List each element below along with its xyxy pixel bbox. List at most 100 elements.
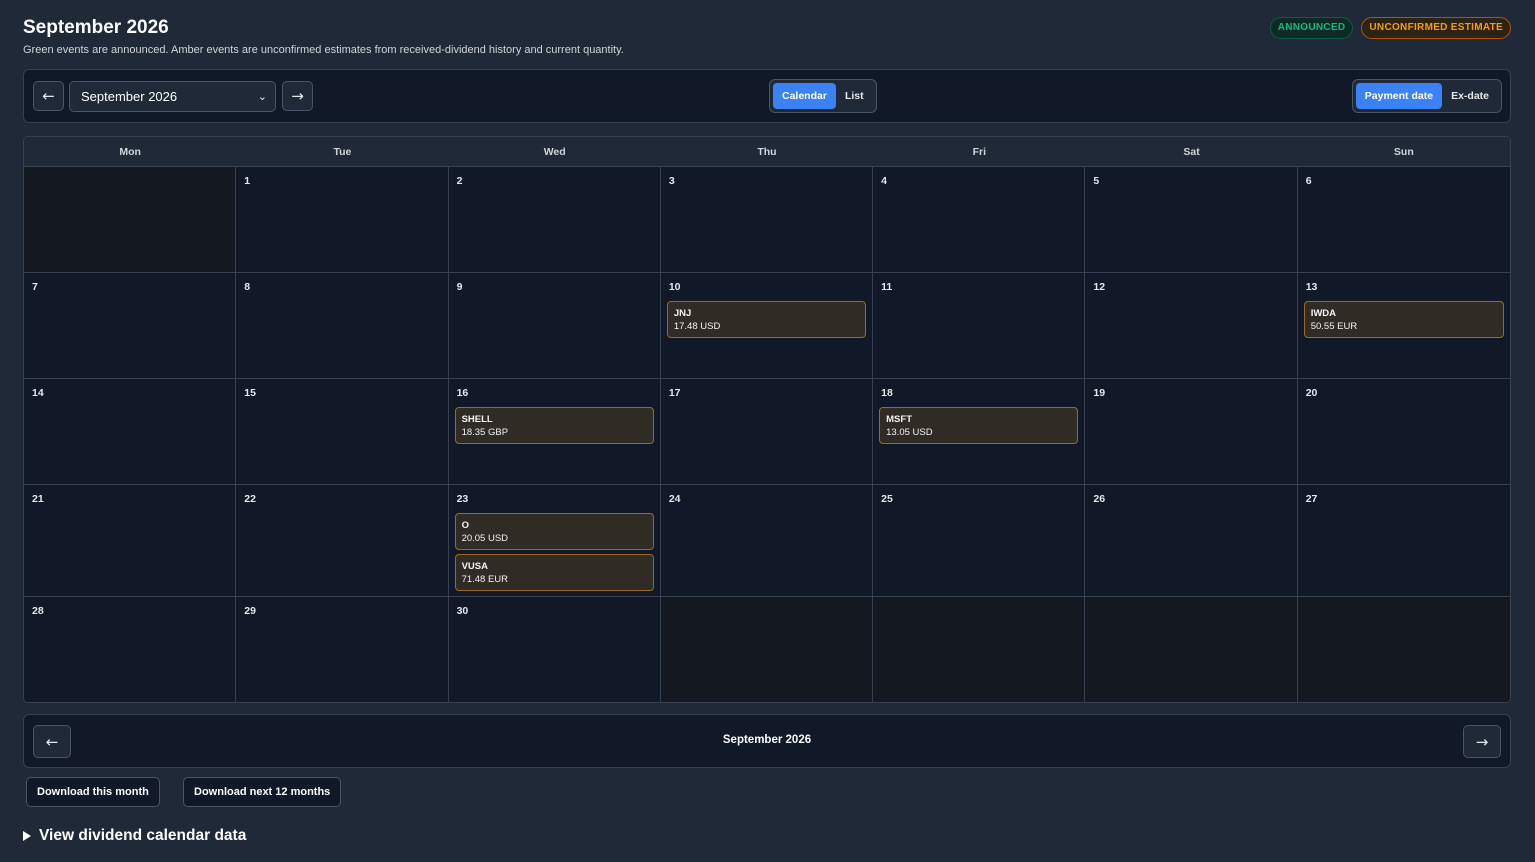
calendar-grid: Mon Tue Wed Thu Fri Sat Sun 1 2 3 4 5 6 7 8 9 10 J…: [23, 136, 1511, 703]
event-ticker: MSFT: [886, 414, 912, 425]
day-number: 4: [881, 175, 887, 187]
legend: ANNOUNCED UNCONFIRMED ESTIMATE: [1269, 17, 1511, 39]
day-number: 3: [668, 175, 675, 187]
weekday-header: Mon Tue Wed Thu Fri Sat Sun: [24, 137, 1510, 167]
calendar-data-disclosure[interactable]: View dividend calendar data: [23, 827, 246, 845]
chevron-down-icon: ⌄: [257, 90, 267, 103]
weekday-label: Sun: [1393, 146, 1414, 158]
disclosure-triangle-icon: [23, 831, 31, 841]
calendar-day-cell: 15: [236, 379, 449, 485]
day-number: 27: [1305, 493, 1318, 505]
disclosure-label: View dividend calendar data: [39, 827, 247, 844]
ex-date-button[interactable]: Ex-date: [1442, 83, 1498, 109]
day-number: 17: [668, 387, 681, 399]
calendar-day-cell: 3: [660, 167, 874, 273]
footer-next-month-button[interactable]: →: [1463, 725, 1501, 758]
calendar-day-cell: 25: [873, 485, 1086, 597]
weekday-label: Mon: [119, 146, 141, 158]
weekday-label: Sat: [1183, 146, 1200, 158]
calendar-day-cell: 21: [24, 485, 237, 597]
calendar-day-cell: 27: [1297, 485, 1510, 597]
day-number: 8: [244, 281, 251, 293]
calendar-cell-empty: [1085, 597, 1298, 702]
month-select-value: September 2026: [81, 89, 178, 104]
calendar-day-cell: 30: [448, 597, 661, 702]
footer-month-label: September 2026: [722, 734, 812, 746]
day-number: 6: [1305, 175, 1312, 187]
calendar-day-cell: 4: [873, 167, 1086, 273]
calendar-day-cell: 1: [236, 167, 449, 273]
weekday-label: Wed: [543, 146, 566, 158]
dividend-event[interactable]: SHELL 18.35 GBP: [454, 407, 654, 444]
event-amount: 20.05 USD: [461, 533, 509, 544]
download-next-12-months-button[interactable]: Download next 12 months: [183, 777, 342, 807]
day-number: 13: [1305, 281, 1318, 293]
day-number: 10: [668, 281, 681, 293]
day-number: 25: [881, 493, 893, 505]
day-number: 26: [1093, 493, 1106, 505]
calendar-day-cell: 22: [236, 485, 449, 597]
day-number: 14: [32, 387, 44, 399]
view-calendar-button[interactable]: Calendar: [773, 83, 836, 109]
legend-announced-badge: ANNOUNCED: [1269, 17, 1354, 39]
calendar-day-cell: 13 IWDA 50.55 EUR: [1297, 273, 1510, 379]
calendar-day-cell: 9: [448, 273, 661, 379]
calendar-cell-empty: [24, 167, 237, 273]
calendar-day-cell: 29: [236, 597, 449, 702]
dividend-event[interactable]: MSFT 13.05 USD: [879, 407, 1079, 444]
event-ticker: IWDA: [1310, 308, 1337, 319]
day-number: 23: [456, 493, 469, 505]
month-select[interactable]: September 2026 ⌄: [69, 81, 276, 112]
calendar-day-cell: 28: [24, 597, 237, 702]
legend-estimate-badge: UNCONFIRMED ESTIMATE: [1361, 17, 1511, 39]
dividend-event[interactable]: VUSA 71.48 EUR: [454, 554, 654, 591]
dividend-event[interactable]: O 20.05 USD: [454, 513, 654, 550]
event-ticker: JNJ: [673, 308, 692, 319]
day-number: 7: [32, 281, 38, 293]
calendar-day-cell: 2: [448, 167, 661, 273]
dividend-event[interactable]: JNJ 17.48 USD: [666, 301, 867, 338]
day-number: 5: [1093, 175, 1100, 187]
calendar-day-cell: 7: [24, 273, 237, 379]
calendar-day-cell: 16 SHELL 18.35 GBP: [448, 379, 661, 485]
day-number: 1: [244, 175, 251, 187]
prev-month-button[interactable]: ←: [33, 81, 64, 111]
view-toggle: Calendar List: [769, 79, 877, 113]
day-number: 18: [881, 387, 893, 399]
footer-month-nav: ← September 2026 →: [23, 714, 1511, 768]
day-number: 21: [32, 493, 44, 505]
calendar-day-cell: 5: [1085, 167, 1298, 273]
page-title: September 2026: [23, 17, 169, 38]
calendar-day-cell: 12: [1085, 273, 1298, 379]
page-subtitle: Green events are announced. Amber events…: [23, 44, 624, 56]
event-ticker: SHELL: [461, 414, 493, 425]
day-number: 19: [1093, 387, 1106, 399]
page-header: September 2026 Green events are announce…: [23, 15, 1511, 61]
calendar-cell-empty: [1297, 597, 1510, 702]
view-list-button[interactable]: List: [836, 83, 873, 109]
next-month-button[interactable]: →: [282, 81, 313, 111]
calendar-day-cell: 14: [24, 379, 237, 485]
calendar-cell-empty: [660, 597, 874, 702]
day-number: 20: [1305, 387, 1318, 399]
calendar-day-cell: 11: [873, 273, 1086, 379]
day-number: 28: [32, 605, 44, 617]
date-type-toggle: Payment date Ex-date: [1351, 79, 1502, 113]
event-amount: 18.35 GBP: [461, 427, 509, 438]
download-this-month-button[interactable]: Download this month: [26, 777, 160, 807]
event-amount: 50.55 EUR: [1310, 321, 1358, 332]
event-ticker: O: [461, 520, 469, 531]
event-ticker: VUSA: [461, 561, 488, 572]
dividend-event[interactable]: IWDA 50.55 EUR: [1303, 301, 1504, 338]
weekday-label: Fri: [972, 146, 986, 158]
day-number: 29: [244, 605, 256, 617]
day-number: 15: [244, 387, 256, 399]
calendar-day-cell: 24: [660, 485, 874, 597]
event-amount: 13.05 USD: [886, 427, 933, 438]
calendar-day-cell: 8: [236, 273, 449, 379]
event-amount: 17.48 USD: [673, 321, 721, 332]
calendar-day-cell: 26: [1085, 485, 1298, 597]
calendar-day-cell: 10 JNJ 17.48 USD: [660, 273, 874, 379]
calendar-day-cell: 18 MSFT 13.05 USD: [873, 379, 1086, 485]
payment-date-button[interactable]: Payment date: [1355, 83, 1443, 109]
